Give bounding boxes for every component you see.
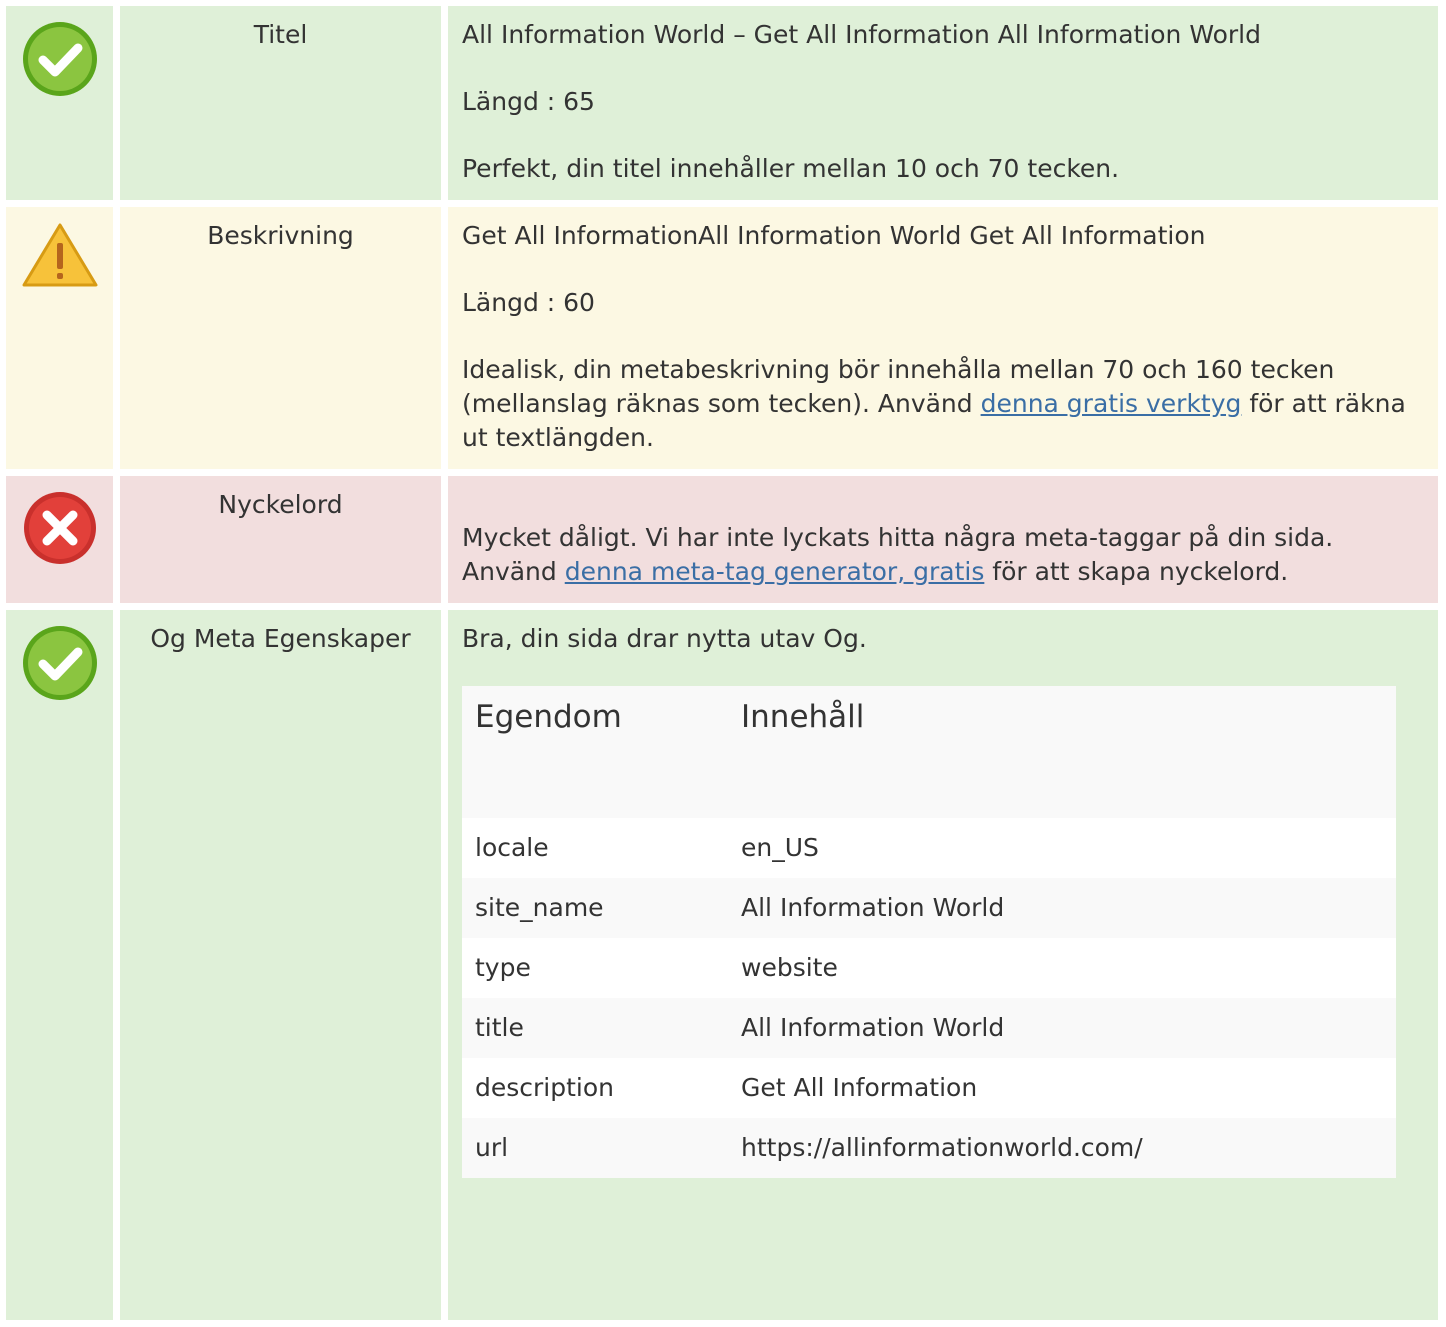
- warning-icon: [21, 221, 99, 298]
- og-properties-table: Egendom Innehåll locale en_US site_name …: [462, 686, 1396, 1178]
- og-property: title: [462, 998, 728, 1058]
- og-header-content: Innehåll: [728, 686, 1396, 818]
- table-row: locale en_US: [462, 818, 1396, 878]
- row-name: Beskrivning: [120, 207, 441, 469]
- og-content: Get All Information: [728, 1058, 1396, 1118]
- og-property: description: [462, 1058, 728, 1118]
- description-message: Idealisk, din metabeskrivning bör innehå…: [462, 355, 1406, 452]
- title-message: Perfekt, din titel innehåller mellan 10 …: [462, 154, 1120, 183]
- og-content: website: [728, 938, 1396, 998]
- description-value: Get All InformationAll Information World…: [462, 221, 1206, 250]
- og-content: en_US: [728, 818, 1396, 878]
- og-property: locale: [462, 818, 728, 878]
- title-value: All Information World – Get All Informat…: [462, 20, 1261, 49]
- table-row: type website: [462, 938, 1396, 998]
- og-content: https://allinformationworld.com/: [728, 1118, 1396, 1178]
- table-row: title All Information World: [462, 998, 1396, 1058]
- og-message: Bra, din sida drar nytta utav Og.: [462, 624, 867, 653]
- meta-tag-generator-link[interactable]: denna meta-tag generator, gratis: [565, 557, 985, 586]
- seo-report-table: Titel All Information World – Get All In…: [0, 0, 1445, 1327]
- row-name: Titel: [120, 6, 441, 200]
- og-content: All Information World: [728, 998, 1396, 1058]
- og-content: All Information World: [728, 878, 1396, 938]
- error-icon: [22, 490, 98, 575]
- table-row: url https://allinformationworld.com/: [462, 1118, 1396, 1178]
- og-property: type: [462, 938, 728, 998]
- row-name: Og Meta Egenskaper: [120, 610, 441, 1320]
- row-name: Nyckelord: [120, 476, 441, 603]
- title-row: Titel All Information World – Get All In…: [6, 6, 1438, 200]
- text-length-tool-link[interactable]: denna gratis verktyg: [981, 389, 1242, 418]
- og-table-header: Egendom Innehåll: [462, 686, 1396, 818]
- og-header-property: Egendom: [462, 686, 728, 818]
- og-row: Og Meta Egenskaper Bra, din sida drar ny…: [6, 610, 1438, 1320]
- og-property: url: [462, 1118, 728, 1178]
- check-icon: [21, 624, 99, 711]
- og-property: site_name: [462, 878, 728, 938]
- description-length: Längd : 60: [462, 288, 595, 317]
- table-row: site_name All Information World: [462, 878, 1396, 938]
- keywords-message: Mycket dåligt. Vi har inte lyckats hitta…: [462, 523, 1334, 586]
- description-row: Beskrivning Get All InformationAll Infor…: [6, 207, 1438, 469]
- keywords-row: Nyckelord Mycket dåligt. Vi har inte lyc…: [6, 476, 1438, 603]
- check-icon: [21, 20, 99, 107]
- title-length: Längd : 65: [462, 87, 595, 116]
- table-row: description Get All Information: [462, 1058, 1396, 1118]
